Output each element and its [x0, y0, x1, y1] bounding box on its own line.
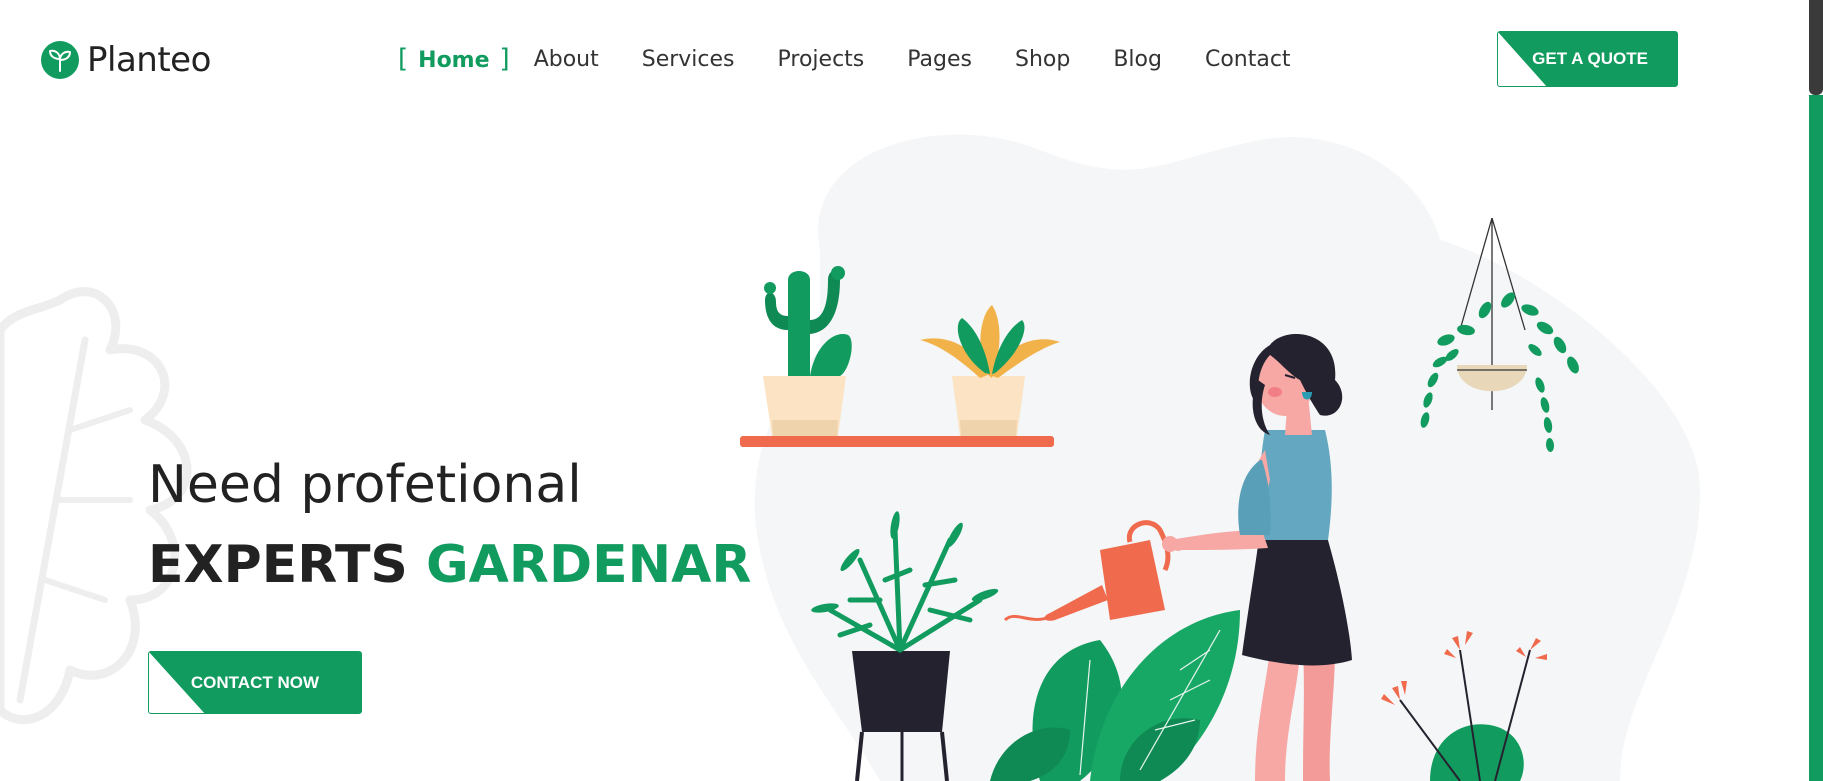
accent-strip: [1809, 95, 1823, 781]
nav-item-pages[interactable]: Pages: [907, 47, 972, 72]
hero-title: EXPERTS GARDENAR: [148, 535, 751, 595]
active-bracket-left: [: [398, 44, 409, 74]
button-label: GET A QUOTE: [1532, 49, 1648, 68]
nav-item-shop[interactable]: Shop: [1015, 47, 1070, 72]
main-nav: [ Home] About Services Projects Pages Sho…: [398, 44, 1334, 74]
nav-item-label: Home: [418, 48, 490, 73]
scrollbar-thumb[interactable]: [1809, 0, 1823, 95]
woman-watering-plants-illustration: [740, 134, 1700, 781]
nav-item-about[interactable]: About: [534, 47, 599, 72]
scrollbar[interactable]: [1809, 0, 1823, 781]
nav-item-blog[interactable]: Blog: [1113, 47, 1162, 72]
site-header: Planteo [ Home] About Services Projects P…: [0, 0, 1823, 118]
hero-title-accent: GARDENAR: [425, 535, 752, 595]
active-bracket-right: ]: [499, 44, 510, 74]
hero-title-main: EXPERTS: [148, 535, 408, 595]
get-a-quote-button[interactable]: GET A QUOTE: [1497, 31, 1678, 87]
nav-item-home[interactable]: [ Home]: [398, 44, 510, 74]
sprout-icon: [41, 41, 79, 79]
button-label: CONTACT NOW: [190, 672, 319, 692]
contact-now-button[interactable]: CONTACT NOW: [148, 651, 362, 714]
brand-logo[interactable]: Planteo: [41, 40, 211, 80]
nav-item-contact[interactable]: Contact: [1205, 47, 1291, 72]
landing-page: Planteo [ Home] About Services Projects P…: [0, 0, 1823, 781]
brand-name: Planteo: [87, 40, 211, 80]
nav-item-projects[interactable]: Projects: [778, 47, 865, 72]
nav-item-services[interactable]: Services: [642, 47, 735, 72]
hero-heading: Need profetional EXPERTS GARDENAR: [148, 455, 751, 595]
hero-subtitle: Need profetional: [148, 455, 582, 515]
